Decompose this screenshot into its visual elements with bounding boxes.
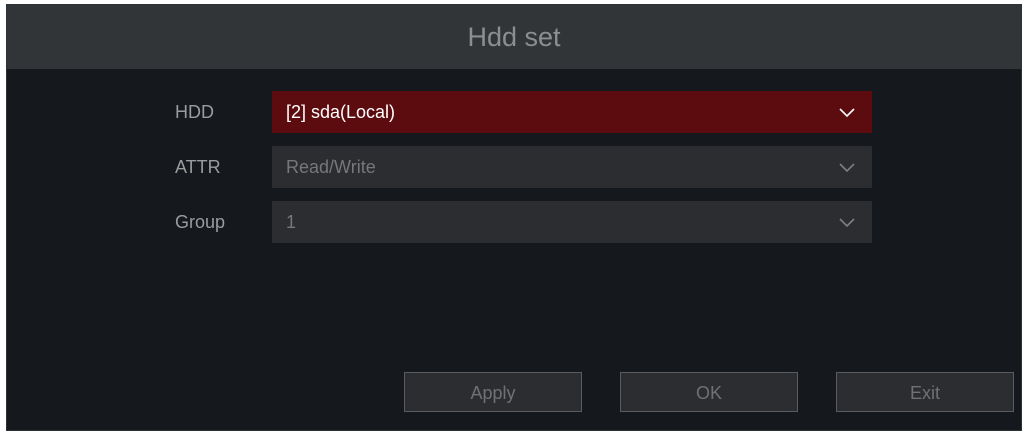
ok-button[interactable]: OK <box>620 372 798 412</box>
group-select[interactable]: 1 <box>272 201 872 243</box>
chevron-down-icon <box>839 218 855 228</box>
chevron-down-icon <box>839 163 855 173</box>
hdd-select[interactable]: [2] sda(Local) <box>272 91 872 133</box>
attr-select[interactable]: Read/Write <box>272 146 872 188</box>
title-bar: Hdd set <box>7 5 1021 69</box>
attr-select-value: Read/Write <box>286 157 376 177</box>
attr-label: ATTR <box>175 157 221 177</box>
exit-button[interactable]: Exit <box>836 372 1014 412</box>
dialog-title: Hdd set <box>467 22 561 52</box>
apply-button[interactable]: Apply <box>404 372 582 412</box>
hdd-select-value: [2] sda(Local) <box>286 102 396 122</box>
hdd-set-dialog: Hdd set HDD [2] sda(Local) ATTR Read/Wri… <box>6 4 1022 431</box>
hdd-label: HDD <box>175 102 214 122</box>
chevron-down-icon <box>839 108 855 118</box>
group-select-value: 1 <box>286 212 297 232</box>
group-label: Group <box>175 212 226 232</box>
